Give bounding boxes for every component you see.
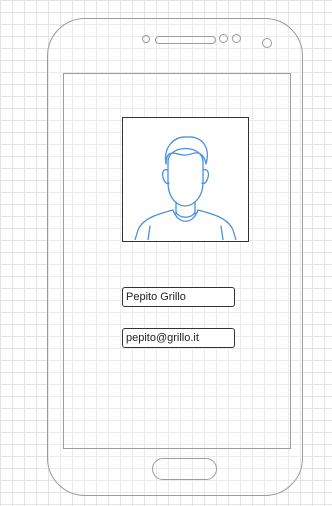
email-field[interactable]: pepito@grillo.it bbox=[122, 328, 235, 348]
person-silhouette-icon bbox=[134, 136, 237, 240]
home-button[interactable] bbox=[152, 458, 217, 480]
speaker-grille bbox=[155, 36, 216, 44]
sensor-icon bbox=[232, 34, 241, 43]
name-field[interactable]: Pepito Grillo bbox=[122, 287, 235, 307]
front-camera-icon bbox=[142, 35, 150, 43]
proximity-sensor-icon bbox=[262, 38, 272, 48]
sensor-icon bbox=[219, 34, 228, 43]
profile-photo[interactable] bbox=[122, 117, 249, 242]
